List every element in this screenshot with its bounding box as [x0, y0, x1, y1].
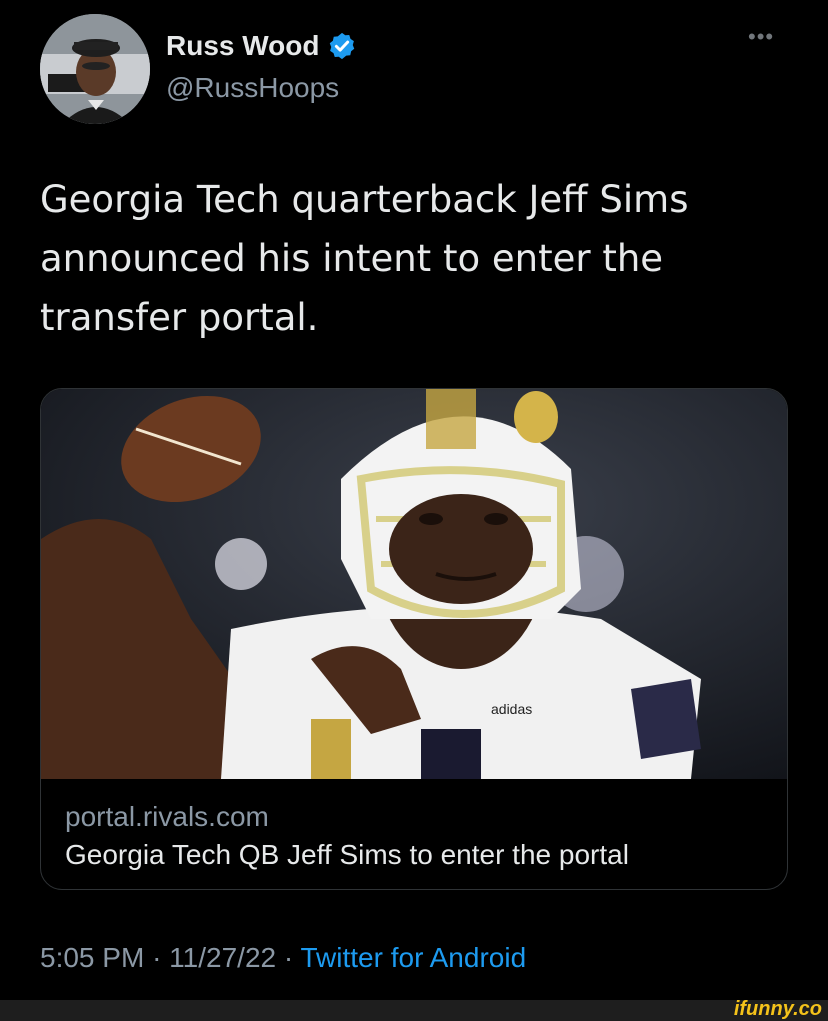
profile-photo-icon [40, 14, 150, 124]
svg-text:adidas: adidas [491, 701, 532, 717]
tweet-date[interactable]: 11/27/22 [169, 942, 276, 973]
author-display-name[interactable]: Russ Wood [166, 30, 319, 62]
watermark-bar [0, 1000, 828, 1021]
author-handle[interactable]: @RussHoops [166, 72, 339, 104]
meta-separator: · [283, 942, 294, 973]
more-options-icon[interactable]: ••• [748, 24, 774, 50]
card-title: Georgia Tech QB Jeff Sims to enter the p… [65, 839, 629, 870]
meta-separator: · [152, 942, 162, 973]
tweet-time[interactable]: 5:05 PM [40, 942, 144, 973]
ifunny-watermark: ifunny.co [733, 998, 822, 1020]
football-quarterback-photo-icon: adidas [41, 389, 787, 779]
verified-badge-icon [327, 31, 357, 61]
link-card[interactable]: adidas portal.rivals.com Georgia Tech QB… [40, 388, 788, 890]
author-avatar[interactable] [40, 14, 150, 124]
tweet-meta: 5:05 PM · 11/27/22 · Twitter for Android [40, 942, 526, 974]
tweet-text: Georgia Tech quarterback Jeff Sims annou… [40, 178, 689, 339]
tweet-source-link[interactable]: Twitter for Android [300, 942, 526, 973]
card-domain: portal.rivals.com [65, 801, 269, 832]
author-name-row: Russ Wood [166, 30, 357, 62]
